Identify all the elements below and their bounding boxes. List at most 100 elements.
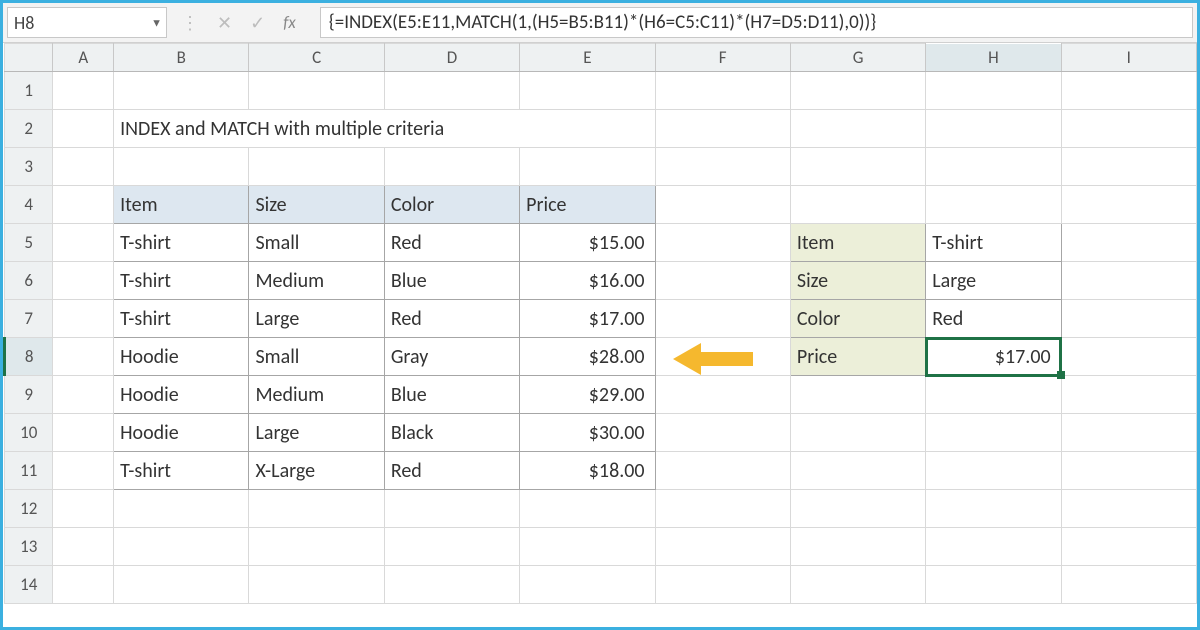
cell[interactable] bbox=[1061, 528, 1196, 566]
cell[interactable] bbox=[790, 148, 925, 186]
cell-E10[interactable]: $30.00 bbox=[520, 414, 655, 452]
col-header-H[interactable]: H bbox=[926, 44, 1061, 72]
cell[interactable] bbox=[655, 566, 790, 604]
row-header-7[interactable]: 7 bbox=[5, 300, 53, 338]
cell[interactable] bbox=[655, 300, 790, 338]
cell[interactable] bbox=[1061, 148, 1196, 186]
cell-B8[interactable]: Hoodie bbox=[114, 338, 249, 376]
cell-C8[interactable]: Small bbox=[249, 338, 384, 376]
cell[interactable] bbox=[249, 528, 384, 566]
cell[interactable] bbox=[384, 528, 519, 566]
cell[interactable] bbox=[249, 72, 384, 110]
cell-B5[interactable]: T-shirt bbox=[114, 224, 249, 262]
cell[interactable] bbox=[114, 148, 249, 186]
lookup-label-size[interactable]: Size bbox=[790, 262, 925, 300]
worksheet[interactable]: A B C D E F G H I 1 2 bbox=[3, 43, 1197, 604]
cell[interactable] bbox=[655, 490, 790, 528]
row-header-9[interactable]: 9 bbox=[5, 376, 53, 414]
cell[interactable] bbox=[53, 452, 114, 490]
cell[interactable] bbox=[53, 186, 114, 224]
cell-C6[interactable]: Medium bbox=[249, 262, 384, 300]
cell-C5[interactable]: Small bbox=[249, 224, 384, 262]
row-header-8[interactable]: 8 bbox=[5, 338, 53, 376]
cell[interactable] bbox=[790, 566, 925, 604]
cell-B6[interactable]: T-shirt bbox=[114, 262, 249, 300]
row-header-12[interactable]: 12 bbox=[5, 490, 53, 528]
cell[interactable] bbox=[384, 490, 519, 528]
cell[interactable] bbox=[926, 490, 1061, 528]
cell[interactable] bbox=[790, 376, 925, 414]
dots-icon[interactable]: ⋮ bbox=[181, 12, 199, 34]
lookup-value-size[interactable]: Large bbox=[926, 262, 1061, 300]
cell[interactable] bbox=[53, 148, 114, 186]
cell[interactable] bbox=[1061, 110, 1196, 148]
cell[interactable] bbox=[1061, 338, 1196, 376]
cell[interactable] bbox=[655, 376, 790, 414]
cell[interactable] bbox=[1061, 300, 1196, 338]
cell[interactable] bbox=[520, 528, 655, 566]
table1-header-price[interactable]: Price bbox=[520, 186, 655, 224]
cell[interactable] bbox=[114, 72, 249, 110]
cell-E11[interactable]: $18.00 bbox=[520, 452, 655, 490]
cell-B11[interactable]: T-shirt bbox=[114, 452, 249, 490]
lookup-value-item[interactable]: T-shirt bbox=[926, 224, 1061, 262]
cell[interactable] bbox=[53, 110, 114, 148]
cell-D5[interactable]: Red bbox=[384, 224, 519, 262]
cell-B9[interactable]: Hoodie bbox=[114, 376, 249, 414]
col-header-B[interactable]: B bbox=[114, 44, 249, 72]
cell[interactable] bbox=[926, 566, 1061, 604]
cell[interactable] bbox=[926, 452, 1061, 490]
row-header-1[interactable]: 1 bbox=[5, 72, 53, 110]
cell[interactable] bbox=[53, 338, 114, 376]
cell[interactable] bbox=[114, 528, 249, 566]
cell[interactable] bbox=[384, 148, 519, 186]
lookup-value-color[interactable]: Red bbox=[926, 300, 1061, 338]
cell[interactable] bbox=[926, 148, 1061, 186]
cell[interactable] bbox=[655, 186, 790, 224]
cell[interactable] bbox=[1061, 262, 1196, 300]
cell-B10[interactable]: Hoodie bbox=[114, 414, 249, 452]
cell[interactable] bbox=[384, 72, 519, 110]
lookup-value-price-selected[interactable]: $17.00 bbox=[926, 338, 1061, 376]
cell[interactable] bbox=[53, 414, 114, 452]
cell-C7[interactable]: Large bbox=[249, 300, 384, 338]
cell[interactable] bbox=[249, 566, 384, 604]
cell-E5[interactable]: $15.00 bbox=[520, 224, 655, 262]
cell[interactable] bbox=[655, 148, 790, 186]
cell[interactable] bbox=[926, 186, 1061, 224]
cell[interactable] bbox=[1061, 452, 1196, 490]
formula-input[interactable]: {=INDEX(E5:E11,MATCH(1,(H5=B5:B11)*(H6=C… bbox=[320, 7, 1193, 38]
cell[interactable] bbox=[790, 72, 925, 110]
col-header-I[interactable]: I bbox=[1061, 44, 1196, 72]
cell-E8[interactable]: $28.00 bbox=[520, 338, 655, 376]
fx-label[interactable]: fx bbox=[283, 12, 306, 33]
col-header-A[interactable]: A bbox=[53, 44, 114, 72]
cell[interactable] bbox=[926, 414, 1061, 452]
cell[interactable] bbox=[655, 72, 790, 110]
cell-D10[interactable]: Black bbox=[384, 414, 519, 452]
row-header-13[interactable]: 13 bbox=[5, 528, 53, 566]
cell[interactable] bbox=[1061, 186, 1196, 224]
cell[interactable] bbox=[790, 452, 925, 490]
table1-header-item[interactable]: Item bbox=[114, 186, 249, 224]
spreadsheet-grid[interactable]: A B C D E F G H I 1 2 bbox=[3, 43, 1197, 627]
row-header-14[interactable]: 14 bbox=[5, 566, 53, 604]
cell[interactable] bbox=[790, 414, 925, 452]
cell[interactable] bbox=[926, 376, 1061, 414]
cell[interactable] bbox=[1061, 414, 1196, 452]
cell-D8[interactable]: Gray bbox=[384, 338, 519, 376]
cell[interactable] bbox=[790, 490, 925, 528]
cell[interactable] bbox=[520, 490, 655, 528]
row-header-5[interactable]: 5 bbox=[5, 224, 53, 262]
row-header-4[interactable]: 4 bbox=[5, 186, 53, 224]
cell[interactable] bbox=[655, 528, 790, 566]
cell[interactable] bbox=[53, 376, 114, 414]
cell[interactable] bbox=[53, 566, 114, 604]
cell[interactable] bbox=[1061, 376, 1196, 414]
cell-D6[interactable]: Blue bbox=[384, 262, 519, 300]
cell[interactable] bbox=[926, 110, 1061, 148]
cell[interactable] bbox=[655, 452, 790, 490]
col-header-F[interactable]: F bbox=[655, 44, 790, 72]
cell-E9[interactable]: $29.00 bbox=[520, 376, 655, 414]
cell[interactable] bbox=[249, 148, 384, 186]
